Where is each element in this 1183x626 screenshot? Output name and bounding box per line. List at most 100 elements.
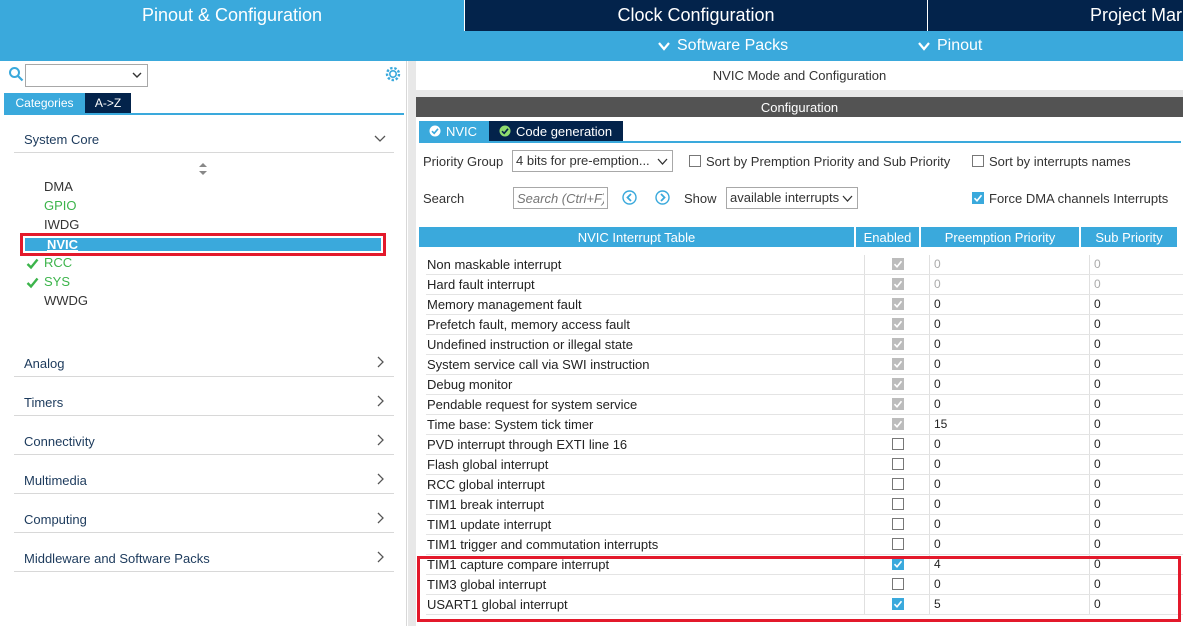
- tab-categories[interactable]: Categories: [4, 93, 85, 113]
- sub-priority-cell[interactable]: 0: [1089, 375, 1183, 394]
- sort-arrows-icon[interactable]: [198, 162, 208, 176]
- table-row[interactable]: Hard fault interrupt 0 0: [426, 275, 1183, 295]
- section-system-core[interactable]: System Core: [14, 125, 394, 153]
- tab-a-to-z[interactable]: A->Z: [85, 93, 131, 113]
- preemption-priority-cell[interactable]: 0: [929, 535, 1089, 554]
- enabled-checkbox[interactable]: [892, 538, 904, 550]
- header-interrupt-table[interactable]: NVIC Interrupt Table: [419, 227, 854, 247]
- table-row[interactable]: Prefetch fault, memory access fault 0 0: [426, 315, 1183, 335]
- enabled-checkbox[interactable]: [892, 478, 904, 490]
- show-select[interactable]: available interrupts: [726, 187, 858, 209]
- sub-priority-cell[interactable]: 0: [1089, 455, 1183, 474]
- table-row[interactable]: Debug monitor 0 0: [426, 375, 1183, 395]
- section-timers[interactable]: Timers: [14, 388, 394, 416]
- section-analog[interactable]: Analog: [14, 349, 394, 377]
- preemption-priority-cell[interactable]: 0: [929, 335, 1089, 354]
- gear-icon[interactable]: [384, 65, 402, 83]
- sub-priority-cell[interactable]: 0: [1089, 475, 1183, 494]
- sub-priority-cell[interactable]: 0: [1089, 575, 1183, 594]
- enabled-checkbox[interactable]: [892, 598, 904, 610]
- sub-priority-cell[interactable]: 0: [1089, 555, 1183, 574]
- sub-priority-cell[interactable]: 0: [1089, 595, 1183, 614]
- category-item-iwdg[interactable]: IWDG: [44, 216, 79, 234]
- sub-priority-cell[interactable]: 0: [1089, 395, 1183, 414]
- preemption-priority-cell[interactable]: 0: [929, 395, 1089, 414]
- header-sub-priority[interactable]: Sub Priority: [1081, 227, 1177, 247]
- table-row[interactable]: Flash global interrupt 0 0: [426, 455, 1183, 475]
- preemption-priority-cell[interactable]: 0: [929, 375, 1089, 394]
- preemption-priority-cell[interactable]: 5: [929, 595, 1089, 614]
- sub-priority-cell[interactable]: 0: [1089, 535, 1183, 554]
- force-dma-checkbox[interactable]: [972, 192, 984, 204]
- sub-priority-cell[interactable]: 0: [1089, 355, 1183, 374]
- sub-priority-cell[interactable]: 0: [1089, 435, 1183, 454]
- software-packs-menu[interactable]: Software Packs: [657, 31, 788, 61]
- interrupt-search-input[interactable]: [513, 187, 608, 209]
- sub-priority-cell[interactable]: 0: [1089, 275, 1183, 294]
- category-item-dma[interactable]: DMA: [44, 178, 73, 196]
- search-icon[interactable]: [8, 66, 24, 82]
- section-multimedia[interactable]: Multimedia: [14, 466, 394, 494]
- enabled-checkbox[interactable]: [892, 578, 904, 590]
- preemption-priority-cell[interactable]: 0: [929, 475, 1089, 494]
- table-row[interactable]: Undefined instruction or illegal state 0 0: [426, 335, 1183, 355]
- preemption-priority-cell[interactable]: 4: [929, 555, 1089, 574]
- category-search-combo[interactable]: [25, 64, 148, 87]
- section-computing[interactable]: Computing: [14, 505, 394, 533]
- enabled-checkbox[interactable]: [892, 518, 904, 530]
- tab-project-manager[interactable]: Project Mar: [928, 0, 1183, 31]
- preemption-priority-cell[interactable]: 0: [929, 515, 1089, 534]
- preemption-priority-cell[interactable]: 15: [929, 415, 1089, 434]
- search-next-icon[interactable]: [655, 190, 670, 205]
- sub-priority-cell[interactable]: 0: [1089, 495, 1183, 514]
- preemption-priority-cell[interactable]: 0: [929, 275, 1089, 294]
- preemption-priority-cell[interactable]: 0: [929, 255, 1089, 274]
- tab-pinout-configuration[interactable]: Pinout & Configuration: [0, 0, 464, 31]
- sort-names-checkbox[interactable]: [972, 155, 984, 167]
- table-row[interactable]: Pendable request for system service 0 0: [426, 395, 1183, 415]
- header-enabled[interactable]: Enabled: [856, 227, 919, 247]
- preemption-priority-cell[interactable]: 0: [929, 575, 1089, 594]
- table-row[interactable]: TIM1 break interrupt 0 0: [426, 495, 1183, 515]
- section-connectivity[interactable]: Connectivity: [14, 427, 394, 455]
- sub-priority-cell[interactable]: 0: [1089, 295, 1183, 314]
- priority-group-select[interactable]: 4 bits for pre-emption...: [512, 150, 673, 172]
- table-row[interactable]: Non maskable interrupt 0 0: [426, 255, 1183, 275]
- table-row[interactable]: TIM1 trigger and commutation interrupts 0…: [426, 535, 1183, 555]
- pinout-menu[interactable]: Pinout: [917, 31, 982, 61]
- table-row[interactable]: Time base: System tick timer 15 0: [426, 415, 1183, 435]
- search-previous-icon[interactable]: [622, 190, 637, 205]
- preemption-priority-cell[interactable]: 0: [929, 455, 1089, 474]
- sort-premption-checkbox[interactable]: [689, 155, 701, 167]
- tab-clock-configuration[interactable]: Clock Configuration: [465, 0, 927, 31]
- category-item-rcc[interactable]: RCC: [44, 254, 72, 272]
- sub-priority-cell[interactable]: 0: [1089, 255, 1183, 274]
- table-row[interactable]: PVD interrupt through EXTI line 16 0 0: [426, 435, 1183, 455]
- sub-priority-cell[interactable]: 0: [1089, 315, 1183, 334]
- enabled-checkbox[interactable]: [892, 498, 904, 510]
- table-row[interactable]: RCC global interrupt 0 0: [426, 475, 1183, 495]
- header-preemption-priority[interactable]: Preemption Priority: [921, 227, 1079, 247]
- sub-priority-cell[interactable]: 0: [1089, 515, 1183, 534]
- enabled-checkbox[interactable]: [892, 438, 904, 450]
- enabled-checkbox[interactable]: [892, 558, 904, 570]
- section-middleware-and-software-packs[interactable]: Middleware and Software Packs: [14, 544, 394, 572]
- table-row[interactable]: TIM1 capture compare interrupt 4 0: [426, 555, 1183, 575]
- preemption-priority-cell[interactable]: 0: [929, 435, 1089, 454]
- tab-nvic[interactable]: NVIC: [419, 121, 489, 141]
- preemption-priority-cell[interactable]: 0: [929, 355, 1089, 374]
- category-item-nvic[interactable]: NVIC: [20, 233, 386, 256]
- table-row[interactable]: Memory management fault 0 0: [426, 295, 1183, 315]
- table-row[interactable]: TIM1 update interrupt 0 0: [426, 515, 1183, 535]
- preemption-priority-cell[interactable]: 0: [929, 495, 1089, 514]
- tab-code-generation[interactable]: Code generation: [489, 121, 623, 141]
- table-row[interactable]: TIM3 global interrupt 0 0: [426, 575, 1183, 595]
- sub-priority-cell[interactable]: 0: [1089, 335, 1183, 354]
- preemption-priority-cell[interactable]: 0: [929, 315, 1089, 334]
- category-item-gpio[interactable]: GPIO: [44, 197, 77, 215]
- enabled-checkbox[interactable]: [892, 458, 904, 470]
- table-row[interactable]: System service call via SWI instruction 0…: [426, 355, 1183, 375]
- sub-priority-cell[interactable]: 0: [1089, 415, 1183, 434]
- preemption-priority-cell[interactable]: 0: [929, 295, 1089, 314]
- category-item-wwdg[interactable]: WWDG: [44, 292, 88, 310]
